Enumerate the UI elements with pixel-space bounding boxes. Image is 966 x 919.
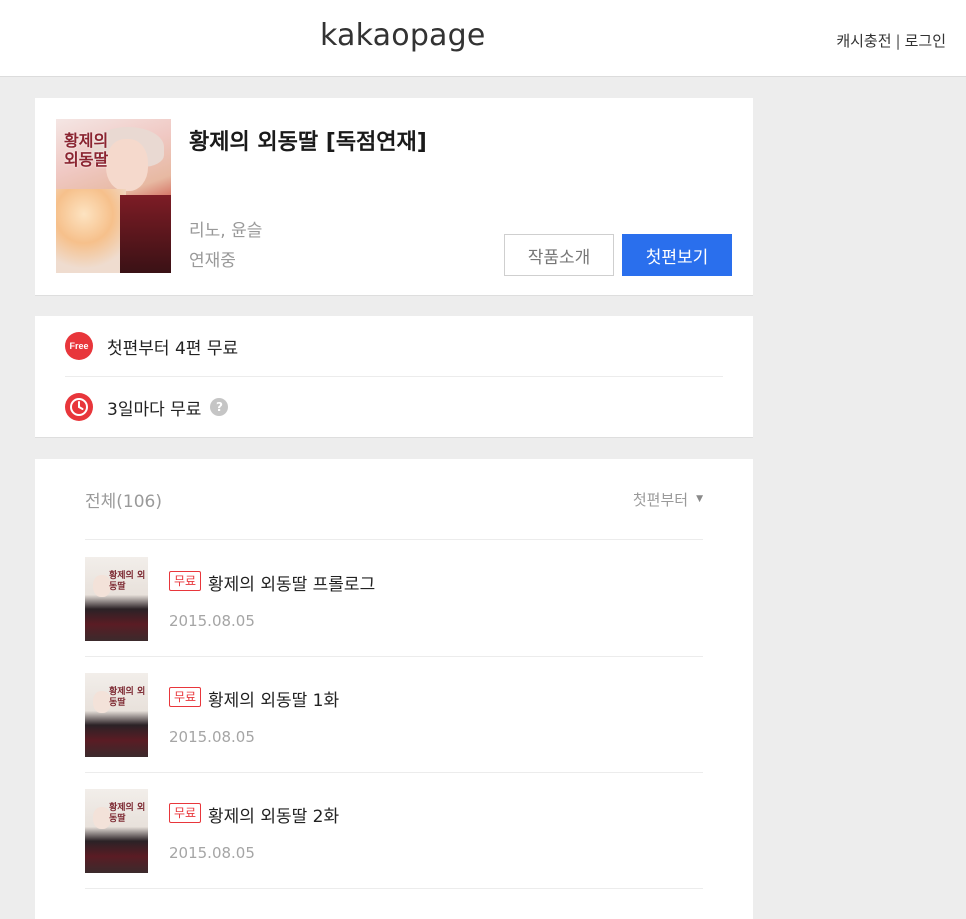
episode-total-count: 전체(106) — [85, 491, 162, 512]
cover-art-girl — [56, 189, 126, 273]
cash-charge-link[interactable]: 캐시충전 — [836, 30, 891, 51]
episode-thumbnail: 황제의 외동딸 — [85, 673, 148, 757]
top-links: 캐시충전 | 로그인 — [836, 30, 946, 51]
series-title: 황제의 외동딸 [독점연재] — [189, 130, 427, 155]
wait-free-text: 3일마다 무료 — [107, 399, 202, 420]
episode-date: 2015.08.05 — [169, 612, 255, 630]
episode-row[interactable]: 황제의 외동딸 무료 황제의 외동딸 프롤로그 2015.08.05 — [85, 540, 703, 657]
free-label-badge: 무료 — [169, 687, 202, 707]
clock-icon — [65, 393, 93, 421]
help-icon[interactable]: ? — [210, 398, 229, 416]
login-link[interactable]: 로그인 — [905, 30, 946, 51]
series-cover-image: 황제의 외동딸 — [56, 119, 171, 273]
caret-down-icon: ▼ — [696, 494, 703, 504]
thumb-title-text: 황제의 외동딸 — [109, 803, 146, 824]
free-label-badge: 무료 — [169, 571, 202, 591]
episode-date: 2015.08.05 — [169, 728, 255, 746]
episode-list-card: 전체(106) 첫편부터 ▼ 황제의 외동딸 무료 황제의 외동딸 프롤로그 2… — [35, 459, 753, 919]
brand-logo[interactable]: kakaopage — [320, 18, 486, 53]
series-card: 황제의 외동딸 황제의 외동딸 [독점연재] 리노, 윤슬 연재중 작품소개 첫… — [35, 98, 753, 296]
episode-row[interactable]: 황제의 외동딸 무료 황제의 외동딸 2화 2015.08.05 — [85, 772, 703, 889]
episode-list-header: 전체(106) 첫편부터 ▼ — [85, 459, 703, 540]
free-episodes-row: Free 첫편부터 4편 무료 — [65, 316, 723, 377]
cover-title-text: 황제의 외동딸 — [64, 131, 109, 169]
sort-dropdown[interactable]: 첫편부터 ▼ — [633, 489, 703, 510]
free-badge-icon: Free — [65, 332, 93, 360]
cover-art-suit — [120, 195, 171, 273]
wait-free-row: 3일마다 무료 ? — [65, 377, 723, 437]
work-intro-button[interactable]: 작품소개 — [504, 234, 614, 276]
episode-thumbnail: 황제의 외동딸 — [85, 557, 148, 641]
free-label-badge: 무료 — [169, 803, 202, 823]
episode-title: 황제의 외동딸 2화 — [208, 807, 340, 827]
thumb-title-text: 황제의 외동딸 — [109, 571, 146, 592]
series-status: 연재중 — [189, 251, 236, 271]
episode-title: 황제의 외동딸 1화 — [208, 691, 340, 711]
episode-row[interactable]: 황제의 외동딸 무료 황제의 외동딸 1화 2015.08.05 — [85, 656, 703, 773]
free-info-card: Free 첫편부터 4편 무료 3일마다 무료 ? — [35, 316, 753, 438]
episode-thumbnail: 황제의 외동딸 — [85, 789, 148, 873]
first-episode-button[interactable]: 첫편보기 — [622, 234, 732, 276]
episode-date: 2015.08.05 — [169, 844, 255, 862]
series-author: 리노, 윤슬 — [189, 221, 263, 241]
episode-title: 황제의 외동딸 프롤로그 — [208, 575, 376, 595]
link-separator: | — [895, 31, 901, 50]
top-bar: kakaopage 캐시충전 | 로그인 — [0, 0, 966, 77]
sort-label: 첫편부터 — [632, 490, 689, 509]
thumb-title-text: 황제의 외동딸 — [109, 687, 146, 708]
free-episodes-text: 첫편부터 4편 무료 — [107, 338, 239, 359]
